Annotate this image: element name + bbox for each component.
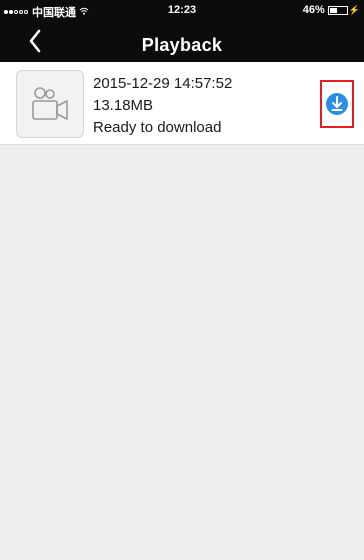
- download-button[interactable]: [320, 80, 354, 128]
- video-status: Ready to download: [93, 119, 222, 136]
- video-size: 13.18MB: [93, 97, 154, 114]
- battery-level: [329, 7, 338, 13]
- nav-bar: Playback: [0, 20, 364, 62]
- battery-percent: 46%: [302, 4, 325, 16]
- video-thumbnail: [16, 70, 84, 138]
- video-details: 2015-12-29 14:57:52 13.18MB Ready to dow…: [93, 73, 232, 139]
- status-bar: 中国联通 12:23 46% ⚡: [0, 0, 364, 20]
- video-datetime: 2015-12-29 14:57:52: [93, 75, 233, 92]
- battery-icon: [327, 5, 348, 15]
- video-camera-icon: [32, 87, 68, 120]
- charging-bolt-icon: ⚡: [348, 4, 360, 15]
- download-icon: [326, 93, 348, 115]
- status-right: 46% ⚡: [303, 4, 360, 16]
- page-title: Playback: [141, 35, 223, 55]
- playback-list: 2015-12-29 14:57:52 13.18MB Ready to dow…: [0, 62, 364, 145]
- video-list-item[interactable]: 2015-12-29 14:57:52 13.18MB Ready to dow…: [0, 62, 364, 145]
